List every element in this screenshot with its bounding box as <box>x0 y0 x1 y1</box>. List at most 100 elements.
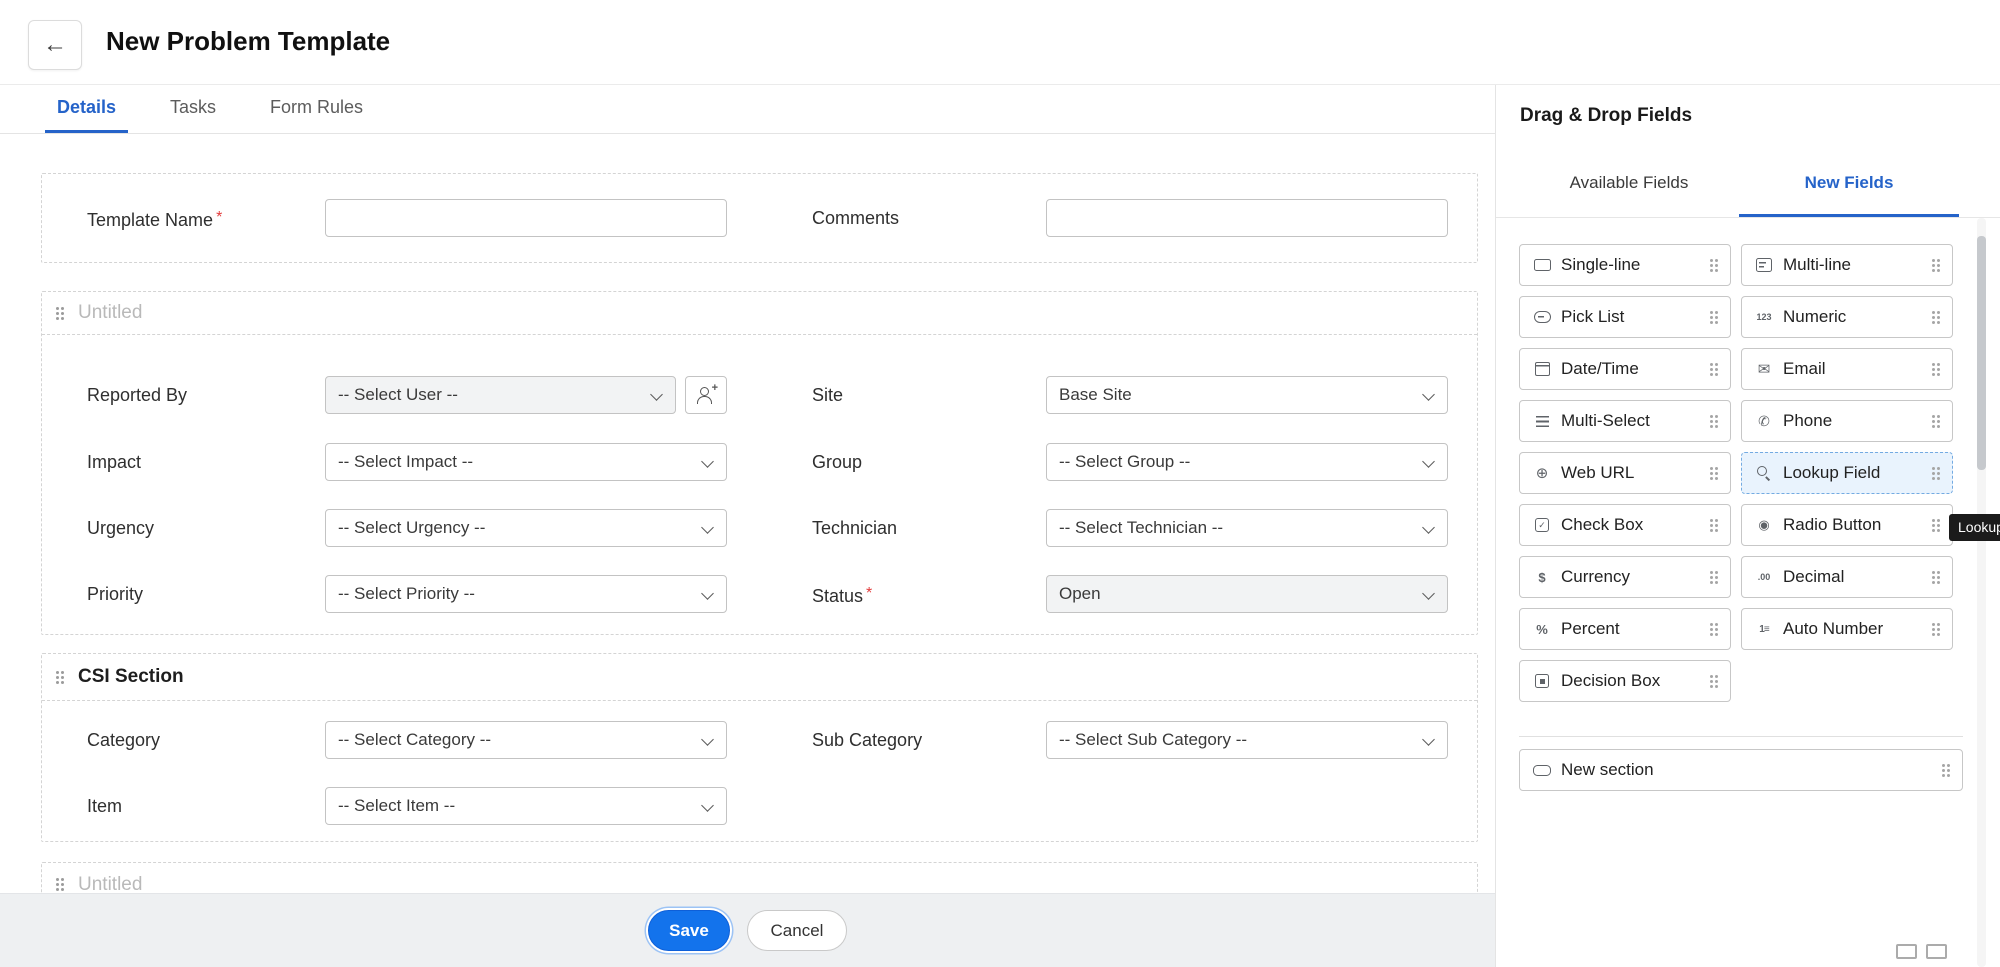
field-chip[interactable]: Decision Box <box>1519 660 1731 702</box>
reported-by-select[interactable]: -- Select User -- <box>325 376 676 414</box>
tab-available-fields[interactable]: Available Fields <box>1519 151 1739 217</box>
field-chip[interactable]: % Percent <box>1519 608 1731 650</box>
chevron-down-icon <box>1422 587 1435 600</box>
section-title: CSI Section <box>78 666 184 688</box>
drag-handle-icon[interactable] <box>54 306 66 321</box>
chevron-down-icon <box>701 521 714 534</box>
template-name-label: Template Name* <box>87 207 222 231</box>
status-select[interactable]: Open <box>1046 575 1448 613</box>
drag-handle-icon[interactable] <box>1708 310 1720 325</box>
field-chip[interactable]: ✉ Email <box>1741 348 1953 390</box>
comments-label: Comments <box>812 207 899 229</box>
save-button[interactable]: Save <box>648 910 730 951</box>
urgency-label: Urgency <box>87 517 154 539</box>
site-select[interactable]: Base Site <box>1046 376 1448 414</box>
field-chip[interactable]: Multi-Select <box>1519 400 1731 442</box>
drag-handle-icon[interactable] <box>1708 362 1720 377</box>
corner-widget-icon[interactable] <box>1926 944 1947 959</box>
drag-handle-icon[interactable] <box>54 877 66 892</box>
phone-icon: ✆ <box>1754 412 1774 430</box>
chevron-down-icon <box>701 733 714 746</box>
check-box-icon <box>1532 516 1552 534</box>
group-select[interactable]: -- Select Group -- <box>1046 443 1448 481</box>
field-chip[interactable]: ✆ Phone <box>1741 400 1953 442</box>
auto-number-icon: 1≡ <box>1754 620 1774 638</box>
required-asterisk: * <box>216 209 222 226</box>
person-add-icon: + <box>696 386 716 404</box>
web-url-icon: ⊕ <box>1532 464 1552 482</box>
drag-handle-icon[interactable] <box>1930 310 1942 325</box>
drag-handle-icon[interactable] <box>1708 518 1720 533</box>
group-label: Group <box>812 451 862 473</box>
field-chip[interactable]: Date/Time <box>1519 348 1731 390</box>
back-arrow-icon: ← <box>43 31 67 59</box>
section-header[interactable]: CSI Section <box>42 654 1477 701</box>
drag-handle-icon[interactable] <box>1708 622 1720 637</box>
field-chip[interactable]: Check Box <box>1519 504 1731 546</box>
tab-tasks[interactable]: Tasks <box>158 85 228 133</box>
drag-handle-icon[interactable] <box>1940 763 1952 778</box>
tab-details[interactable]: Details <box>45 85 128 133</box>
section-header[interactable]: Untitled <box>42 292 1477 335</box>
drag-handle-icon[interactable] <box>54 670 66 685</box>
comments-input[interactable] <box>1046 199 1448 237</box>
field-chip[interactable]: .00 Decimal <box>1741 556 1953 598</box>
required-asterisk: * <box>866 585 872 602</box>
field-chip[interactable]: Pick List <box>1519 296 1731 338</box>
field-chip[interactable]: 123 Numeric <box>1741 296 1953 338</box>
decimal-icon: .00 <box>1754 568 1774 586</box>
date-time-icon <box>1532 360 1552 378</box>
drag-handle-icon[interactable] <box>1930 570 1942 585</box>
field-chip[interactable]: ⊕ Web URL <box>1519 452 1731 494</box>
priority-select[interactable]: -- Select Priority -- <box>325 575 727 613</box>
reported-by-label: Reported By <box>87 384 187 406</box>
cancel-button[interactable]: Cancel <box>747 910 847 951</box>
chevron-down-icon <box>1422 733 1435 746</box>
impact-label: Impact <box>87 451 141 473</box>
panel-tab-bar: Available Fields New Fields <box>1496 151 2000 218</box>
new-section-icon <box>1532 761 1552 779</box>
tab-form-rules[interactable]: Form Rules <box>258 85 375 133</box>
new-section-chip[interactable]: New section <box>1519 749 1963 791</box>
drag-handle-icon[interactable] <box>1930 414 1942 429</box>
field-chip[interactable]: Single-line <box>1519 244 1731 286</box>
urgency-select[interactable]: -- Select Urgency -- <box>325 509 727 547</box>
sub-category-select[interactable]: -- Select Sub Category -- <box>1046 721 1448 759</box>
drag-handle-icon[interactable] <box>1930 466 1942 481</box>
field-chip[interactable]: 1≡ Auto Number <box>1741 608 1953 650</box>
radio-button-icon: ◉ <box>1754 516 1774 534</box>
drag-handle-icon[interactable] <box>1930 258 1942 273</box>
currency-icon: $ <box>1532 568 1552 586</box>
panel-title: Drag & Drop Fields <box>1520 105 1692 127</box>
technician-select[interactable]: -- Select Technician -- <box>1046 509 1448 547</box>
category-label: Category <box>87 729 160 751</box>
drag-handle-icon[interactable] <box>1930 622 1942 637</box>
app-root: ← New Problem Template Details Tasks For… <box>0 0 2000 967</box>
panel-scrollbar-thumb[interactable] <box>1977 236 1986 470</box>
drag-handle-icon[interactable] <box>1930 362 1942 377</box>
template-name-input[interactable] <box>325 199 727 237</box>
drag-handle-icon[interactable] <box>1708 674 1720 689</box>
corner-widget-icon[interactable] <box>1896 944 1917 959</box>
drag-handle-icon[interactable] <box>1708 570 1720 585</box>
field-chip[interactable]: ◉ Radio Button <box>1741 504 1953 546</box>
field-chip[interactable]: Multi-line <box>1741 244 1953 286</box>
drag-handle-icon[interactable] <box>1708 466 1720 481</box>
drag-handle-icon[interactable] <box>1708 414 1720 429</box>
category-select[interactable]: -- Select Category -- <box>325 721 727 759</box>
add-user-button[interactable]: + <box>685 376 727 414</box>
chevron-down-icon <box>701 799 714 812</box>
back-button[interactable]: ← <box>28 20 82 70</box>
chevron-down-icon <box>1422 521 1435 534</box>
priority-label: Priority <box>87 583 143 605</box>
field-chip[interactable]: $ Currency <box>1519 556 1731 598</box>
drag-handle-icon[interactable] <box>1708 258 1720 273</box>
tab-new-fields[interactable]: New Fields <box>1739 151 1959 217</box>
drag-handle-icon[interactable] <box>1930 518 1942 533</box>
field-chip[interactable]: Lookup Field <box>1741 452 1953 494</box>
item-select[interactable]: -- Select Item -- <box>325 787 727 825</box>
drag-ghost-tooltip: Lookup <box>1949 514 2000 541</box>
chevron-down-icon <box>650 388 663 401</box>
pick-list-icon <box>1532 308 1552 326</box>
impact-select[interactable]: -- Select Impact -- <box>325 443 727 481</box>
